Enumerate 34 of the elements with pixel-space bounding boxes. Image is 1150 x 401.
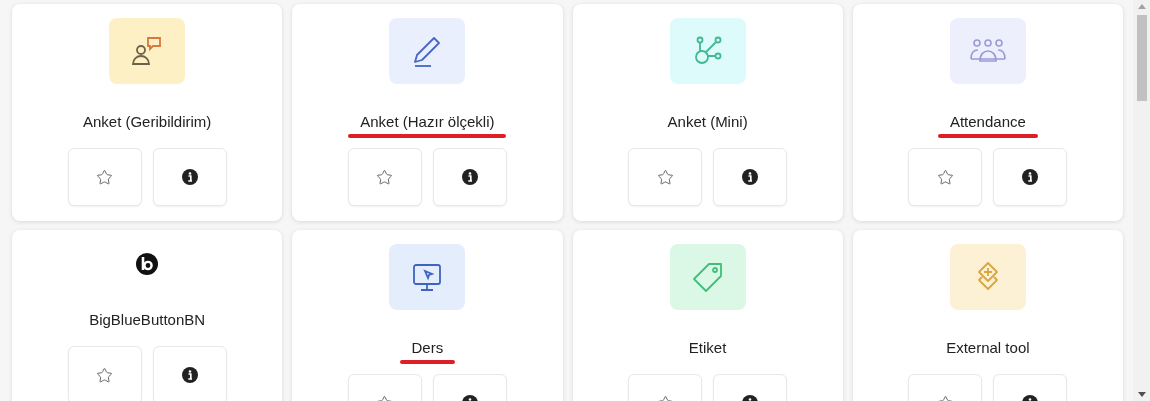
star-button[interactable] xyxy=(67,148,142,206)
info-button[interactable] xyxy=(713,148,788,206)
activity-title[interactable]: Ders xyxy=(411,339,444,357)
activity-title[interactable]: Anket (Mini) xyxy=(667,113,748,131)
info-button[interactable] xyxy=(432,148,507,206)
star-button[interactable] xyxy=(628,148,703,206)
circle-b-logo-icon xyxy=(136,253,159,275)
tag-icon xyxy=(690,260,725,294)
info-button[interactable] xyxy=(152,148,227,206)
scrollbar-thumb[interactable] xyxy=(1136,15,1147,101)
info-button[interactable] xyxy=(152,346,227,401)
info-icon xyxy=(1022,169,1039,185)
info-icon xyxy=(181,367,198,383)
info-icon xyxy=(181,169,198,185)
star-icon xyxy=(656,168,674,186)
activity-title[interactable]: Etiket xyxy=(688,339,727,357)
activity-title[interactable]: Anket (Hazır ölçekli) xyxy=(360,113,495,131)
star-icon xyxy=(96,168,114,186)
activity-title[interactable]: External tool xyxy=(946,339,1030,357)
activity-title[interactable]: Anket (Geribildirim) xyxy=(82,113,212,131)
scroll-up-arrow-icon xyxy=(1137,4,1146,9)
activity-title[interactable]: Attendance xyxy=(949,113,1026,131)
star-icon xyxy=(96,366,114,384)
scrollbar[interactable] xyxy=(1133,0,1150,401)
scroll-down-arrow-icon xyxy=(1137,392,1146,397)
info-button[interactable] xyxy=(993,148,1068,206)
star-button[interactable] xyxy=(347,148,422,206)
star-button[interactable] xyxy=(908,148,983,206)
star-button[interactable] xyxy=(67,346,142,401)
info-icon xyxy=(461,169,478,185)
star-icon xyxy=(936,168,954,186)
activity-title[interactable]: BigBlueButtonBN xyxy=(89,311,206,329)
star-icon xyxy=(376,168,394,186)
info-icon xyxy=(742,169,759,185)
